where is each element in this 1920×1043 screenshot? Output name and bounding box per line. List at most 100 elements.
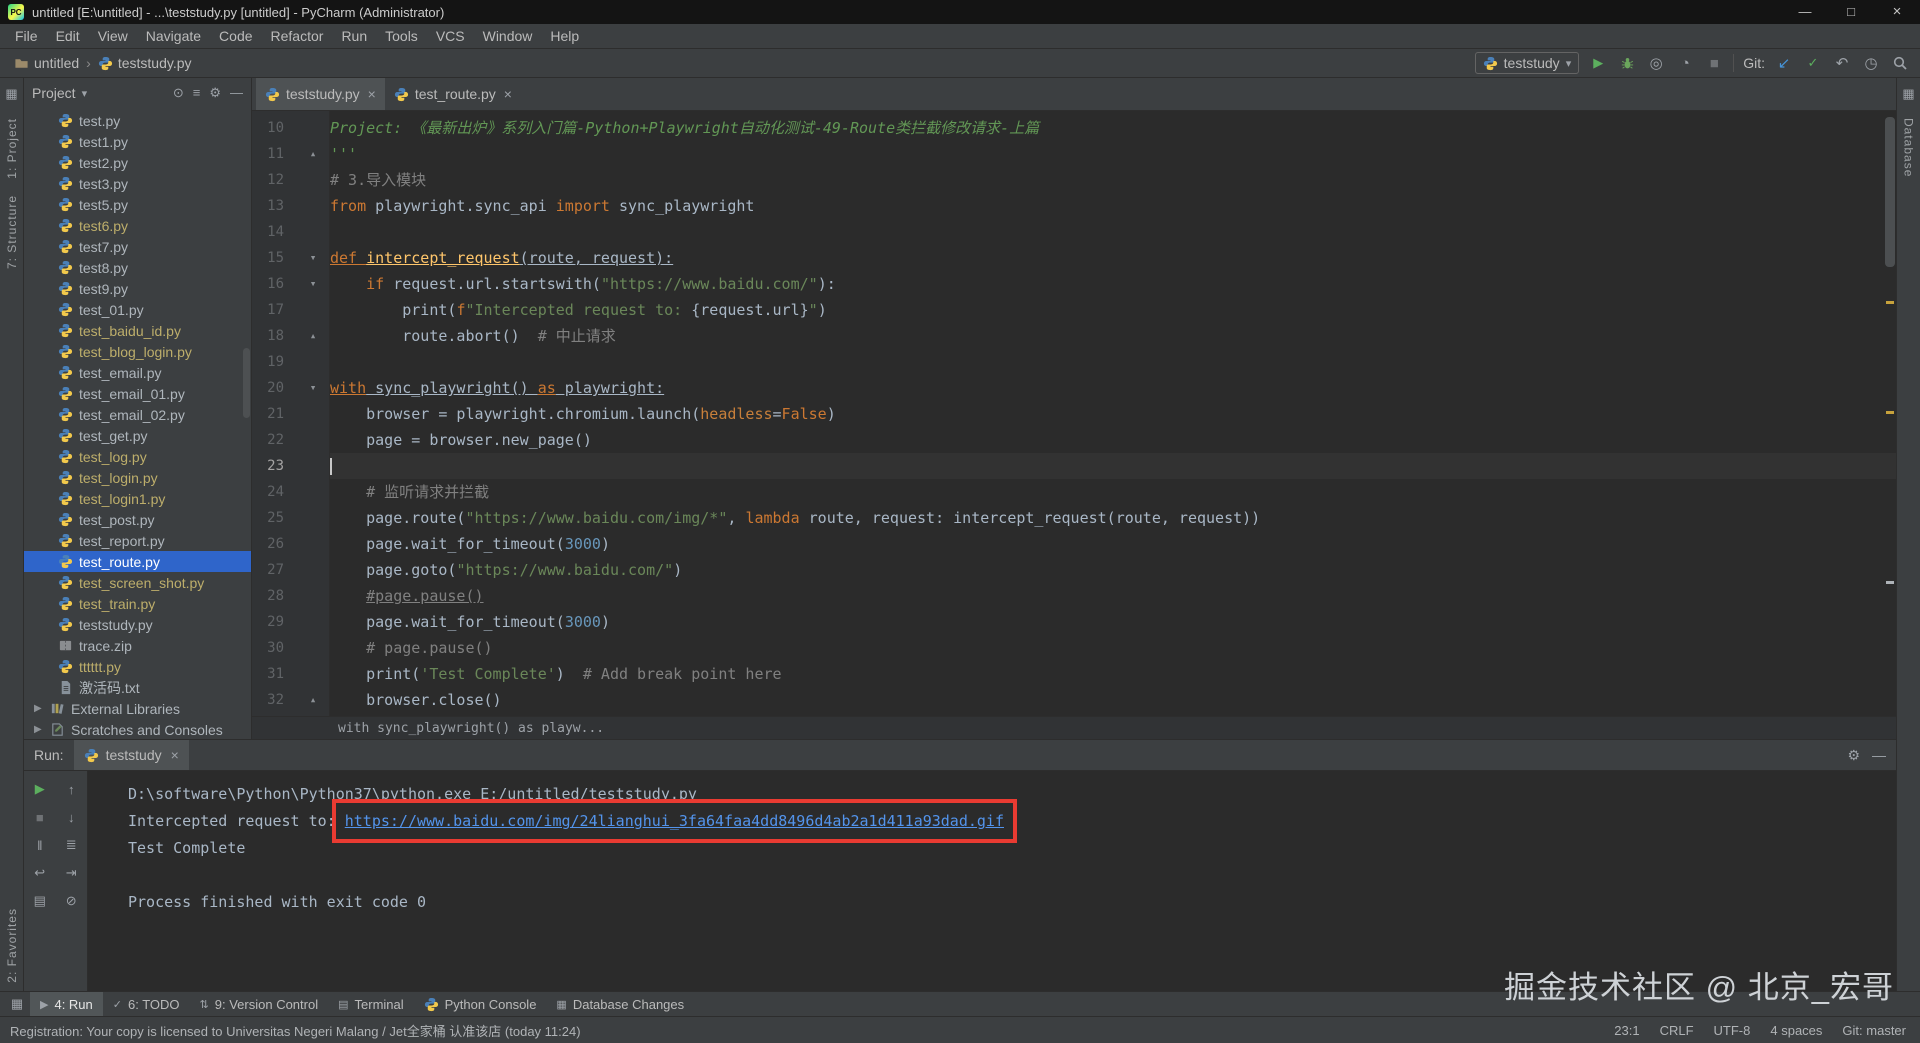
git-update-button[interactable]: ↙ [1774, 53, 1794, 73]
code-line[interactable]: 19 [252, 349, 1896, 375]
tree-item[interactable]: test_blog_login.py [24, 341, 251, 362]
sciview-icon[interactable]: ▦ [1902, 86, 1914, 102]
code-line[interactable]: 29 page.wait_for_timeout(3000) [252, 609, 1896, 635]
tree-item[interactable]: test_email.py [24, 362, 251, 383]
tree-item[interactable]: tttttt.py [24, 656, 251, 677]
tool-window-button-4-run[interactable]: ▶ 4: Run [30, 991, 103, 1017]
menu-item-code[interactable]: Code [210, 28, 261, 44]
code-line[interactable]: 11 ▴ ''' [252, 141, 1896, 167]
menu-item-vcs[interactable]: VCS [427, 28, 474, 44]
code-line[interactable]: 12 # 3.导入模块 [252, 167, 1896, 193]
fold-down-icon[interactable]: ▾ [296, 271, 330, 297]
tree-item[interactable]: test_get.py [24, 425, 251, 446]
tree-item[interactable]: test.py [24, 110, 251, 131]
code-line[interactable]: 18 ▴ route.abort() # 中止请求 [252, 323, 1896, 349]
fold-end-icon[interactable]: ▴ [296, 323, 330, 349]
settings-gear-icon[interactable]: ⚙ [1847, 747, 1860, 764]
clear-icon[interactable]: ⊘ [60, 891, 82, 911]
maximize-button[interactable]: □ [1828, 0, 1874, 24]
tool-stripe-structure[interactable]: 7: Structure [5, 195, 19, 269]
code-editor[interactable]: 10 Project: 《最新出炉》系列入门篇-Python+Playwright… [252, 111, 1896, 716]
tree-item[interactable]: test_train.py [24, 593, 251, 614]
editor-breadcrumbs[interactable]: with sync_playwright() as playw... [252, 716, 1896, 739]
tree-item[interactable]: test9.py [24, 278, 251, 299]
up-icon[interactable]: ↑ [60, 779, 82, 799]
history-button[interactable]: ◷ [1861, 53, 1881, 73]
console-url-link[interactable]: https://www.baidu.com/img/24lianghui_3fa… [331, 799, 1018, 843]
warning-stripe-mark[interactable] [1886, 411, 1894, 414]
menu-item-file[interactable]: File [6, 28, 47, 44]
code-line[interactable]: 32 ▴ browser.close() [252, 687, 1896, 713]
menu-item-tools[interactable]: Tools [376, 28, 427, 44]
locate-file-icon[interactable]: ⊙ [173, 85, 184, 101]
menu-item-window[interactable]: Window [474, 28, 542, 44]
status-message[interactable]: Registration: Your copy is licensed to U… [10, 1021, 581, 1040]
fold-end-icon[interactable]: ▴ [296, 687, 330, 713]
tree-item[interactable]: test_login.py [24, 467, 251, 488]
editor-tab[interactable]: teststudy.py × [256, 78, 385, 110]
collapse-all-icon[interactable]: ≡ [193, 85, 201, 101]
git-revert-button[interactable]: ↶ [1832, 53, 1852, 73]
code-line[interactable]: 13 from playwright.sync_api import sync_p… [252, 193, 1896, 219]
editor-tab[interactable]: test_route.py × [385, 78, 521, 110]
coverage-button[interactable]: ◎ [1646, 53, 1666, 73]
tree-item[interactable]: test_log.py [24, 446, 251, 467]
tool-window-button-terminal[interactable]: ▤ Terminal [328, 992, 414, 1017]
tree-item[interactable]: test_email_02.py [24, 404, 251, 425]
code-line[interactable]: 10 Project: 《最新出炉》系列入门篇-Python+Playwright… [252, 115, 1896, 141]
breadcrumb-item[interactable]: teststudy.py [94, 55, 196, 71]
hide-panel-icon[interactable]: — [230, 85, 243, 101]
tree-item[interactable]: test5.py [24, 194, 251, 215]
tree-item[interactable]: trace.zip [24, 635, 251, 656]
tree-item[interactable]: teststudy.py [24, 614, 251, 635]
menu-icon[interactable]: ≣ [60, 835, 82, 855]
code-line[interactable]: 26 page.wait_for_timeout(3000) [252, 531, 1896, 557]
tool-window-button-python-console[interactable]: Python Console [414, 992, 547, 1017]
scrollbar-thumb[interactable] [1885, 117, 1895, 267]
softwrap-icon[interactable]: ↩ [29, 863, 51, 883]
minimize-button[interactable]: — [1782, 0, 1828, 24]
tool-window-button-9-version-control[interactable]: ⇅ 9: Version Control [190, 992, 329, 1017]
code-line[interactable]: 27 page.goto("https://www.baidu.com/") [252, 557, 1896, 583]
code-line[interactable]: 15 ▾ def intercept_request(route, request)… [252, 245, 1896, 271]
code-line[interactable]: 20 ▾ with sync_playwright() as playwright: [252, 375, 1896, 401]
run-tab[interactable]: teststudy × [73, 740, 189, 770]
code-line[interactable]: 16 ▾ if request.url.startswith("https://w… [252, 271, 1896, 297]
pause-icon[interactable]: ‖ [29, 835, 51, 855]
menu-item-refactor[interactable]: Refactor [262, 28, 333, 44]
tool-stripe-database[interactable]: Database [1902, 118, 1916, 177]
code-line[interactable]: 23 [252, 453, 1896, 479]
code-line[interactable]: 17 print(f"Intercepted request to: {requ… [252, 297, 1896, 323]
menu-item-navigate[interactable]: Navigate [137, 28, 210, 44]
tree-item[interactable]: test2.py [24, 152, 251, 173]
chevron-right-icon[interactable]: ▶ [34, 724, 44, 735]
run-config-selector[interactable]: teststudy ▾ [1474, 52, 1580, 74]
stop-icon[interactable]: ■ [29, 807, 51, 827]
git-commit-button[interactable]: ✓ [1803, 53, 1823, 73]
tree-item[interactable]: ▶ Scratches and Consoles [24, 719, 251, 739]
info-stripe-mark[interactable] [1886, 581, 1894, 584]
encoding-indicator[interactable]: UTF-8 [1714, 1023, 1751, 1038]
tool-window-switcher-icon[interactable]: ▦ [4, 996, 30, 1012]
code-line[interactable]: 22 page = browser.new_page() [252, 427, 1896, 453]
code-line[interactable]: 28 #page.pause() [252, 583, 1896, 609]
close-tab-icon[interactable]: × [504, 86, 512, 102]
tree-item[interactable]: test_login1.py [24, 488, 251, 509]
tree-item[interactable]: test_baidu_id.py [24, 320, 251, 341]
down-icon[interactable]: ↓ [60, 807, 82, 827]
run-button[interactable]: ▶ [1588, 53, 1608, 73]
editor-scrollbar[interactable] [1883, 111, 1896, 716]
search-everywhere-icon[interactable] [1890, 53, 1910, 73]
tree-item[interactable]: test7.py [24, 236, 251, 257]
close-tab-icon[interactable]: × [368, 86, 376, 102]
menu-item-help[interactable]: Help [541, 28, 588, 44]
line-separator-indicator[interactable]: CRLF [1660, 1023, 1694, 1038]
profiler-button[interactable]: ◔ [1675, 53, 1695, 73]
tool-window-button-6-todo[interactable]: ✓ 6: TODO [103, 992, 190, 1017]
print-icon[interactable]: ▤ [29, 891, 51, 911]
settings-gear-icon[interactable]: ⚙ [209, 85, 221, 101]
tree-item[interactable]: ▶ External Libraries [24, 698, 251, 719]
tree-item[interactable]: test_route.py [24, 551, 251, 572]
tree-item[interactable]: test_report.py [24, 530, 251, 551]
menu-item-edit[interactable]: Edit [47, 28, 89, 44]
